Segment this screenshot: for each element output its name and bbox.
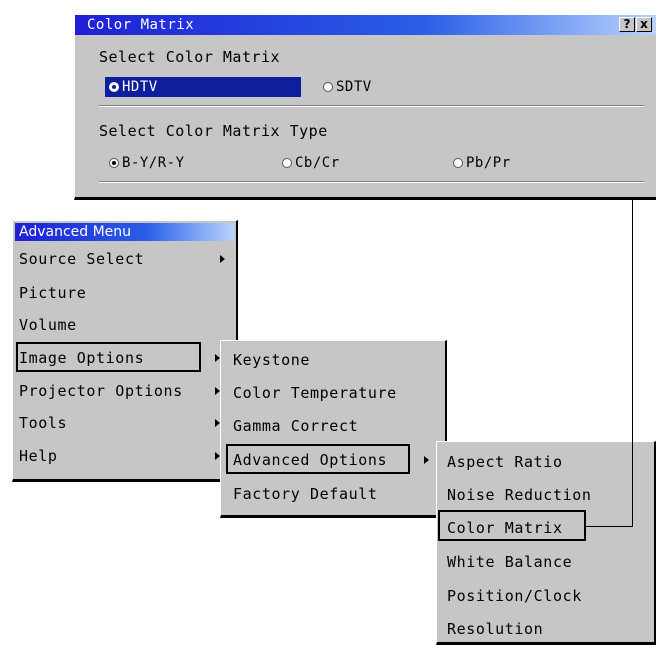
radio-hdtv-label: HDTV [122,79,158,95]
advanced-options-highlight [226,444,410,474]
select-color-matrix-type-label: Select Color Matrix Type [99,122,328,140]
radio-unselected-icon [453,158,463,168]
advanced-menu-title: Advanced Menu [19,224,132,240]
menu-item-white-balance[interactable]: White Balance [447,553,572,571]
divider [99,181,644,183]
menu-item-position-clock[interactable]: Position/Clock [447,587,582,605]
submenu-arrow-icon [220,255,225,263]
advanced-menu-titlebar: Advanced Menu [15,223,234,241]
menu-item-aspect-ratio[interactable]: Aspect Ratio [447,453,563,471]
menu-item-factory-default[interactable]: Factory Default [233,485,377,503]
radio-by-ry[interactable]: B-Y/R-Y [109,153,185,173]
submenu-arrow-icon [424,456,429,464]
menu-item-color-temperature[interactable]: Color Temperature [233,384,397,402]
radio-sdtv-label: SDTV [336,79,372,95]
radio-sdtv[interactable]: SDTV [323,77,372,97]
radio-cb-cr-label: Cb/Cr [295,155,340,171]
close-button[interactable]: x [636,17,652,32]
image-options-highlight [16,342,201,372]
radio-cb-cr[interactable]: Cb/Cr [282,153,340,173]
radio-unselected-icon [323,82,333,92]
radio-pb-pr-label: Pb/Pr [466,155,511,171]
radio-selected-icon [109,158,119,168]
advanced-options-menu: Aspect Ratio Noise Reduction Color Matri… [436,441,656,645]
menu-item-volume[interactable]: Volume [19,316,77,334]
color-matrix-highlight [438,510,586,541]
menu-item-tools[interactable]: Tools [19,414,67,432]
menu-item-noise-reduction[interactable]: Noise Reduction [447,486,591,504]
menu-item-gamma-correct[interactable]: Gamma Correct [233,417,358,435]
radio-hdtv[interactable]: HDTV [105,77,301,97]
menu-item-picture[interactable]: Picture [19,284,86,302]
color-matrix-dialog: Color Matrix ? x Select Color Matrix HDT… [74,14,656,200]
radio-unselected-icon [282,158,292,168]
radio-selected-icon [109,82,119,92]
menu-item-resolution[interactable]: Resolution [447,620,543,638]
select-color-matrix-label: Select Color Matrix [99,48,281,66]
dialog-titlebar[interactable]: Color Matrix ? x [75,15,656,35]
menu-item-projector-options[interactable]: Projector Options [19,382,183,400]
radio-pb-pr[interactable]: Pb/Pr [453,153,511,173]
menu-item-help[interactable]: Help [19,447,58,465]
help-button[interactable]: ? [619,17,635,32]
image-options-menu: Keystone Color Temperature Gamma Correct… [220,340,447,518]
connector-line [586,526,632,527]
menu-item-source-select[interactable]: Source Select [19,250,144,268]
dialog-title: Color Matrix [87,17,195,33]
connector-line [632,200,633,527]
menu-item-keystone[interactable]: Keystone [233,351,310,369]
radio-by-ry-label: B-Y/R-Y [122,155,185,171]
divider [99,105,644,107]
